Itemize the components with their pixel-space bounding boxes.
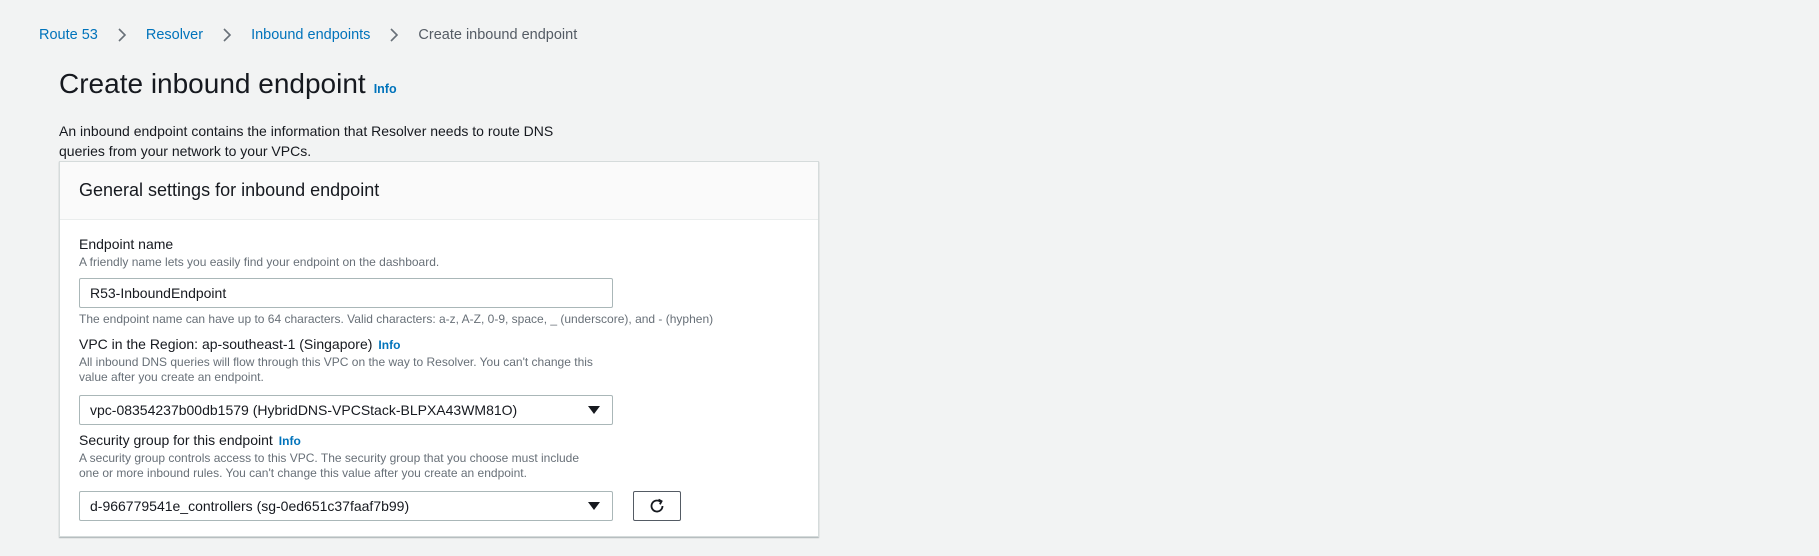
endpoint-name-constraint: The endpoint name can have up to 64 char… bbox=[79, 312, 714, 326]
vpc-selected-value: vpc-08354237b00db1579 (HybridDNS-VPCStac… bbox=[90, 402, 518, 418]
endpoint-name-label-text: Endpoint name bbox=[79, 236, 174, 252]
security-group-select[interactable]: d-966779541e_controllers (sg-0ed651c37fa… bbox=[79, 491, 613, 521]
security-group-selected-value: d-966779541e_controllers (sg-0ed651c37fa… bbox=[90, 498, 410, 514]
vpc-label-text: VPC in the Region: ap-southeast-1 (Singa… bbox=[79, 336, 373, 352]
caret-down-icon bbox=[588, 406, 600, 414]
breadcrumb-resolver[interactable]: Resolver bbox=[146, 27, 203, 43]
security-group-label: Security group for this endpoint Info bbox=[79, 432, 681, 448]
page-title: Create inbound endpoint Info bbox=[59, 68, 397, 100]
endpoint-name-input[interactable] bbox=[79, 278, 613, 308]
vpc-description: All inbound DNS queries will flow throug… bbox=[79, 355, 593, 384]
vpc-info-link[interactable]: Info bbox=[378, 338, 400, 352]
endpoint-name-field: Endpoint name A friendly name lets you e… bbox=[79, 236, 713, 326]
vpc-label: VPC in the Region: ap-southeast-1 (Singa… bbox=[79, 336, 613, 352]
security-group-description: A security group controls access to this… bbox=[79, 451, 580, 480]
breadcrumb: Route 53 Resolver Inbound endpoints Crea… bbox=[39, 25, 577, 45]
page-description: An inbound endpoint contains the informa… bbox=[59, 123, 554, 159]
page-title-text: Create inbound endpoint bbox=[59, 68, 366, 99]
vpc-field: VPC in the Region: ap-southeast-1 (Singa… bbox=[79, 336, 613, 425]
security-group-label-text: Security group for this endpoint bbox=[79, 432, 273, 448]
breadcrumb-current: Create inbound endpoint bbox=[418, 27, 578, 43]
container-header: General settings for inbound endpoint bbox=[60, 162, 818, 220]
endpoint-name-label: Endpoint name bbox=[79, 236, 713, 252]
general-settings-container: General settings for inbound endpoint En… bbox=[59, 161, 819, 537]
vpc-select[interactable]: vpc-08354237b00db1579 (HybridDNS-VPCStac… bbox=[79, 395, 613, 425]
security-group-info-link[interactable]: Info bbox=[279, 434, 301, 448]
page-info-link[interactable]: Info bbox=[374, 82, 397, 96]
breadcrumb-route53[interactable]: Route 53 bbox=[39, 27, 98, 43]
endpoint-name-description: A friendly name lets you easily find you… bbox=[79, 255, 440, 269]
chevron-right-icon bbox=[213, 27, 241, 43]
security-group-row: d-966779541e_controllers (sg-0ed651c37fa… bbox=[79, 481, 681, 521]
refresh-icon bbox=[650, 498, 664, 513]
chevron-right-icon bbox=[108, 27, 136, 43]
refresh-button[interactable] bbox=[633, 491, 681, 521]
security-group-field: Security group for this endpoint Info A … bbox=[79, 432, 681, 521]
chevron-right-icon bbox=[380, 27, 408, 43]
caret-down-icon bbox=[588, 502, 600, 510]
breadcrumb-inbound-endpoints[interactable]: Inbound endpoints bbox=[251, 27, 370, 43]
